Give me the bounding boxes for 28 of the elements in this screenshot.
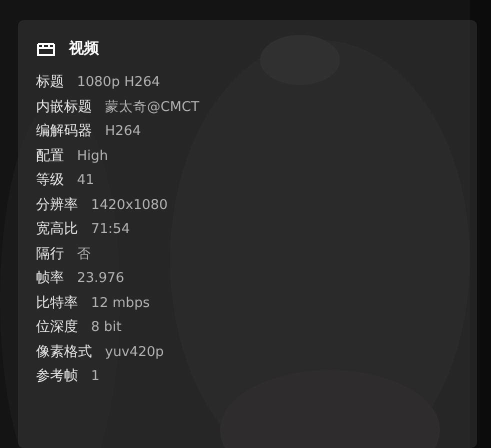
field-label: 隔行 — [36, 244, 64, 263]
field-value: 23.976 — [77, 270, 124, 286]
field-label: 帧率 — [36, 269, 64, 288]
field-value: yuv420p — [105, 344, 164, 360]
field-label: 宽高比 — [36, 220, 78, 238]
field-label: 位深度 — [36, 318, 78, 336]
field-value: 1080p H264 — [77, 74, 160, 90]
clapperboard-icon — [36, 40, 56, 56]
field-label: 标题 — [36, 73, 64, 92]
field-value: 否 — [77, 244, 91, 263]
field-value: 蒙太奇@CMCT — [105, 98, 200, 116]
field-label: 比特率 — [36, 294, 78, 312]
field-label: 配置 — [36, 146, 64, 165]
field-label: 编解码器 — [36, 122, 92, 140]
field-label: 像素格式 — [36, 342, 92, 361]
panel-title: 视频 — [69, 39, 99, 58]
field-label: 内嵌标题 — [36, 98, 92, 116]
field-label: 分辨率 — [36, 196, 78, 214]
field-value: 8 bit — [91, 319, 122, 336]
field-value: 71:54 — [91, 221, 130, 238]
field-value: H264 — [105, 123, 141, 140]
field-value: 1 — [91, 368, 100, 384]
field-value: High — [77, 148, 108, 164]
field-value: 1420x1080 — [91, 196, 168, 213]
field-value: 12 mbps — [91, 294, 150, 311]
field-label: 参考帧 — [36, 367, 78, 386]
field-value: 41 — [77, 172, 94, 188]
field-label: 等级 — [36, 171, 64, 190]
